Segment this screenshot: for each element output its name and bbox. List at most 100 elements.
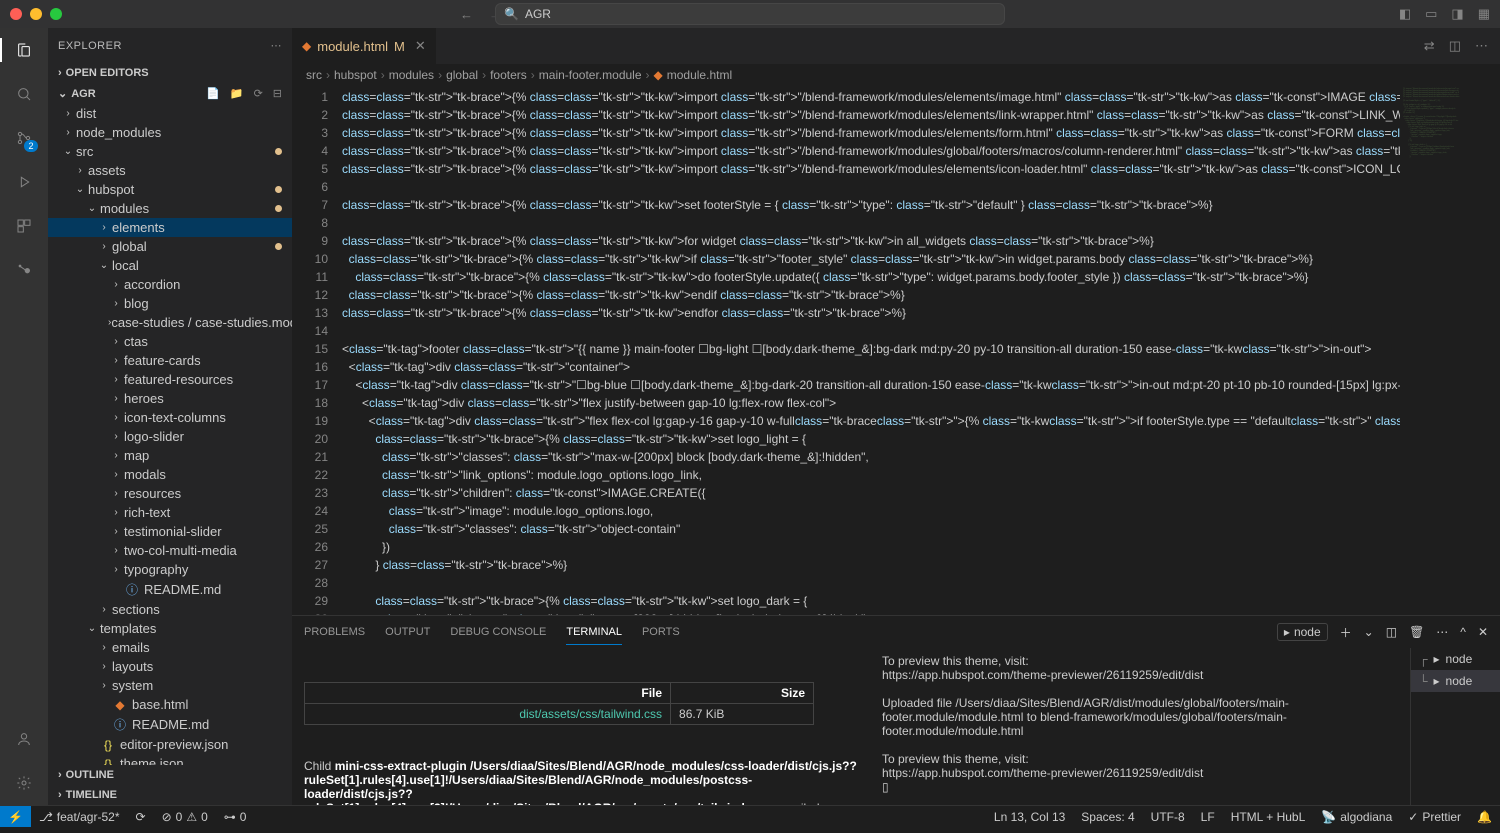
- git-branch[interactable]: ⎇feat/agr-52*: [31, 810, 128, 824]
- folder-item[interactable]: ⌄modules: [48, 199, 292, 218]
- close-panel-icon[interactable]: ✕: [1478, 625, 1488, 639]
- folder-item[interactable]: ›typography: [48, 560, 292, 579]
- folder-item[interactable]: ›featured-resources: [48, 370, 292, 389]
- accounts-activity-icon[interactable]: [12, 727, 36, 751]
- folder-item[interactable]: ›case-studies / case-studies.module: [48, 313, 292, 332]
- folder-item[interactable]: ›logo-slider: [48, 427, 292, 446]
- folder-item[interactable]: ›sections: [48, 600, 292, 619]
- folder-item[interactable]: ›elements: [48, 218, 292, 237]
- sync-button[interactable]: ⟳: [128, 810, 154, 824]
- minimap[interactable]: {% import "/blend-framework/modules/elem…: [1400, 86, 1500, 615]
- breadcrumb-segment[interactable]: hubspot: [334, 68, 377, 82]
- compare-changes-icon[interactable]: ⇄: [1424, 38, 1435, 54]
- ports-status[interactable]: ⊶0: [216, 810, 255, 824]
- folder-item[interactable]: ›assets: [48, 161, 292, 180]
- encoding[interactable]: UTF-8: [1143, 810, 1193, 824]
- breadcrumb-segment[interactable]: module.html: [667, 68, 732, 82]
- folder-item[interactable]: ›global: [48, 237, 292, 256]
- open-editors-section[interactable]: ›OPEN EDITORS: [48, 63, 292, 83]
- folder-item[interactable]: ›modals: [48, 465, 292, 484]
- eol[interactable]: LF: [1193, 810, 1223, 824]
- scm-activity-icon[interactable]: 2: [12, 126, 36, 150]
- editor-pane[interactable]: 1234567891011121314151617181920212223242…: [292, 86, 1500, 615]
- split-terminal-icon[interactable]: ◫: [1386, 625, 1397, 639]
- folder-item[interactable]: ›two-col-multi-media: [48, 541, 292, 560]
- panel-tab-terminal[interactable]: TERMINAL: [566, 620, 622, 645]
- refresh-icon[interactable]: ⟳: [254, 87, 263, 100]
- file-item[interactable]: ⓘREADME.md: [48, 714, 292, 735]
- folder-item[interactable]: ⌄hubspot: [48, 180, 292, 199]
- folder-item[interactable]: ›system: [48, 676, 292, 695]
- folder-item[interactable]: ›testimonial-slider: [48, 522, 292, 541]
- layout-sidebar-right-icon[interactable]: ◨: [1451, 6, 1463, 22]
- maximize-window-button[interactable]: [50, 8, 62, 20]
- file-item[interactable]: ◆base.html: [48, 695, 292, 714]
- outline-section[interactable]: ›OUTLINE: [48, 765, 292, 785]
- workspace-root-section[interactable]: ⌄AGR 📄 📁 ⟳ ⊟: [48, 83, 292, 104]
- breadcrumb-segment[interactable]: src: [306, 68, 322, 82]
- settings-activity-icon[interactable]: [12, 771, 36, 795]
- prettier-status[interactable]: ✓Prettier: [1400, 810, 1469, 824]
- terminal-split-dropdown-icon[interactable]: ⌄: [1364, 625, 1374, 639]
- remote-indicator[interactable]: ⚡: [0, 806, 31, 827]
- command-center-search[interactable]: 🔍 AGR: [495, 3, 1005, 25]
- folder-item[interactable]: ›accordion: [48, 275, 292, 294]
- notifications-icon[interactable]: 🔔: [1469, 810, 1500, 824]
- split-editor-icon[interactable]: ◫: [1449, 38, 1461, 54]
- panel-tab-output[interactable]: OUTPUT: [385, 620, 430, 645]
- terminal-dropdown[interactable]: ▸node: [1277, 623, 1328, 641]
- explorer-more-icon[interactable]: ⋯: [271, 39, 283, 52]
- folder-item[interactable]: ›icon-text-columns: [48, 408, 292, 427]
- language-mode[interactable]: HTML + HubL: [1223, 810, 1314, 824]
- terminal-output-left[interactable]: FileSize dist/assets/css/tailwind.css86.…: [292, 648, 870, 805]
- live-share[interactable]: 📡algodiana: [1313, 810, 1400, 824]
- layout-customize-icon[interactable]: ▦: [1478, 6, 1490, 22]
- terminal-output-right[interactable]: To preview this theme, visit: https://ap…: [870, 648, 1410, 805]
- folder-item[interactable]: ›emails: [48, 638, 292, 657]
- close-window-button[interactable]: [10, 8, 22, 20]
- new-file-icon[interactable]: 📄: [206, 87, 220, 100]
- collapse-icon[interactable]: ⊟: [273, 87, 282, 100]
- folder-item[interactable]: ›node_modules: [48, 123, 292, 142]
- layout-sidebar-left-icon[interactable]: ◧: [1399, 6, 1411, 22]
- explorer-activity-icon[interactable]: [12, 38, 36, 62]
- breadcrumb-segment[interactable]: global: [446, 68, 478, 82]
- folder-item[interactable]: ›resources: [48, 484, 292, 503]
- search-activity-icon[interactable]: [12, 82, 36, 106]
- more-actions-icon[interactable]: ⋯: [1475, 38, 1488, 54]
- breadcrumb-segment[interactable]: main-footer.module: [539, 68, 642, 82]
- new-terminal-icon[interactable]: ＋: [1340, 624, 1352, 641]
- layout-panel-icon[interactable]: ▭: [1425, 6, 1437, 22]
- terminal-list-item[interactable]: └▸node: [1411, 670, 1500, 692]
- file-item[interactable]: {}editor-preview.json: [48, 735, 292, 754]
- minimize-window-button[interactable]: [30, 8, 42, 20]
- cursor-position[interactable]: Ln 13, Col 13: [986, 810, 1073, 824]
- terminal-list-item[interactable]: ┌▸node: [1411, 648, 1500, 670]
- extensions-activity-icon[interactable]: [12, 214, 36, 238]
- panel-tab-ports[interactable]: PORTS: [642, 620, 680, 645]
- kill-terminal-icon[interactable]: 🗑: [1409, 625, 1424, 639]
- indentation[interactable]: Spaces: 4: [1073, 810, 1142, 824]
- folder-item[interactable]: ›heroes: [48, 389, 292, 408]
- folder-item[interactable]: ›feature-cards: [48, 351, 292, 370]
- breadcrumb-segment[interactable]: modules: [389, 68, 434, 82]
- folder-item[interactable]: ›dist: [48, 104, 292, 123]
- panel-tab-problems[interactable]: PROBLEMS: [304, 620, 365, 645]
- debug-activity-icon[interactable]: [12, 170, 36, 194]
- maximize-panel-icon[interactable]: ^: [1460, 625, 1466, 639]
- panel-more-icon[interactable]: ⋯: [1436, 625, 1448, 639]
- new-folder-icon[interactable]: 📁: [230, 87, 244, 100]
- file-item[interactable]: {}theme.json: [48, 754, 292, 765]
- close-tab-icon[interactable]: ✕: [415, 38, 426, 54]
- tab-module-html[interactable]: ◆ module.html M ✕: [292, 28, 437, 64]
- breadcrumb-segment[interactable]: footers: [490, 68, 527, 82]
- file-item[interactable]: ⓘREADME.md: [48, 579, 292, 600]
- breadcrumb[interactable]: src›hubspot›modules›global›footers›main-…: [292, 64, 1500, 86]
- folder-item[interactable]: ›blog: [48, 294, 292, 313]
- folder-item[interactable]: ›map: [48, 446, 292, 465]
- folder-item[interactable]: ⌄src: [48, 142, 292, 161]
- code-content[interactable]: class=class="tk-str">"tk-brace">{% class…: [342, 86, 1400, 615]
- problems-status[interactable]: ⊘0 ⚠0: [154, 810, 216, 824]
- folder-item[interactable]: ›ctas: [48, 332, 292, 351]
- folder-item[interactable]: ›rich-text: [48, 503, 292, 522]
